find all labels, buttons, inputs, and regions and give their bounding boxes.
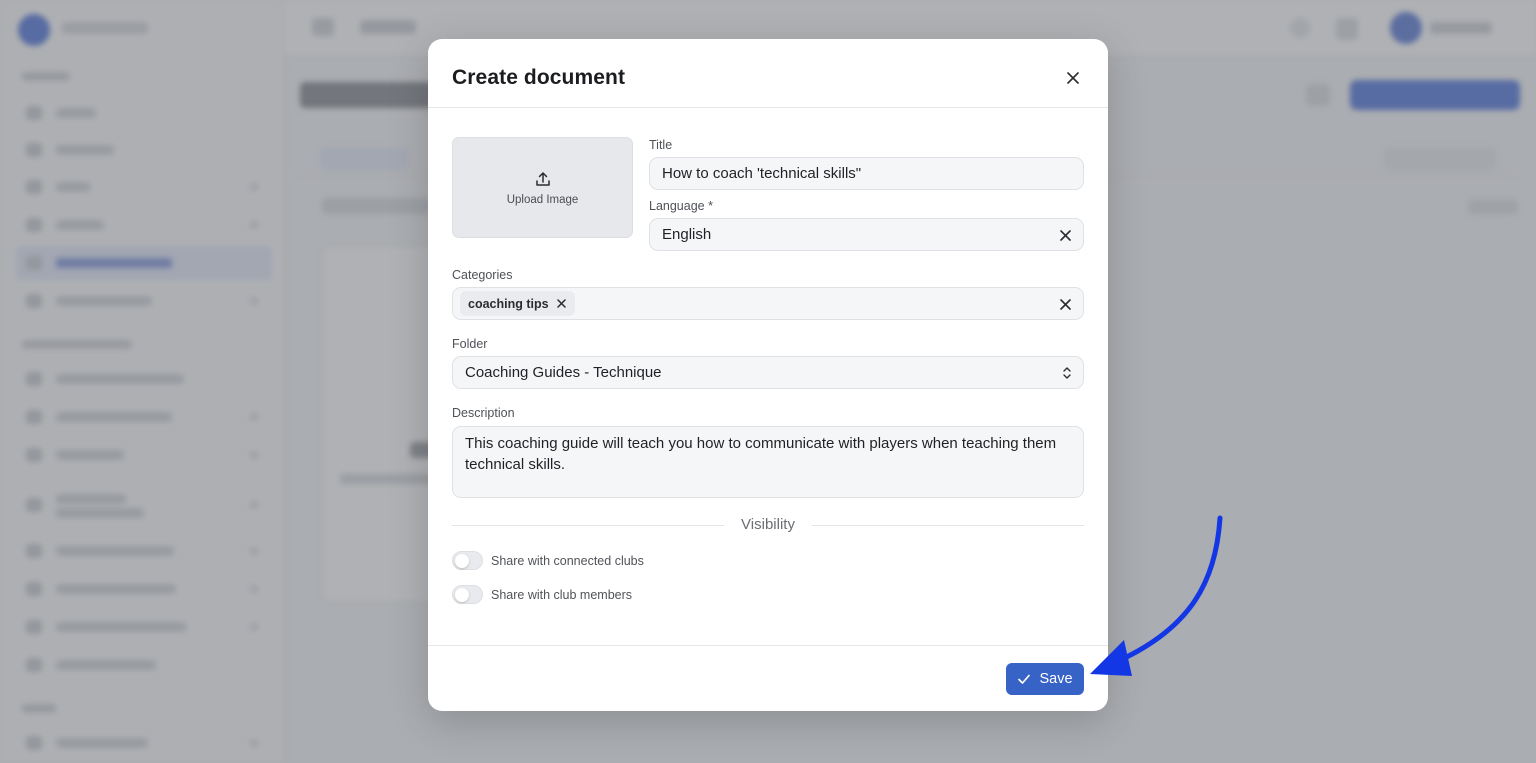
create-document-dialog: Create document Upload Image Title How t… <box>428 39 1108 711</box>
divider <box>812 525 1084 526</box>
category-chip-label: coaching tips <box>468 296 549 311</box>
remove-category-button[interactable] <box>557 299 567 309</box>
dialog-title: Create document <box>452 66 626 89</box>
close-icon <box>1067 72 1079 84</box>
close-icon <box>557 299 566 308</box>
folder-value: Coaching Guides - Technique <box>465 364 662 381</box>
save-button-label: Save <box>1039 671 1073 687</box>
check-icon <box>1018 674 1031 684</box>
title-input-value: How to coach 'technical skills" <box>662 165 862 182</box>
visibility-heading: Visibility <box>741 516 795 533</box>
folder-select[interactable]: Coaching Guides - Technique <box>452 356 1084 389</box>
folder-label: Folder <box>452 337 488 351</box>
description-label: Description <box>452 406 515 420</box>
toggle-label: Share with connected clubs <box>491 553 644 568</box>
categories-multiselect[interactable]: coaching tips <box>452 287 1084 320</box>
dialog-footer: Save <box>428 645 1108 711</box>
share-club-members-toggle[interactable]: Share with club members <box>452 585 632 604</box>
upload-icon <box>535 171 550 186</box>
categories-clear-button[interactable] <box>1058 297 1072 311</box>
save-button[interactable]: Save <box>1006 663 1084 695</box>
language-value: English <box>662 226 712 243</box>
close-icon <box>1059 298 1071 310</box>
upload-image-button[interactable]: Upload Image <box>452 137 633 238</box>
share-connected-clubs-toggle[interactable]: Share with connected clubs <box>452 551 644 570</box>
language-select[interactable]: English <box>649 218 1084 251</box>
language-clear-button[interactable] <box>1058 228 1072 242</box>
toggle-switch[interactable] <box>452 551 483 570</box>
title-input[interactable]: How to coach 'technical skills" <box>649 157 1084 190</box>
close-button[interactable] <box>1064 69 1082 87</box>
toggle-label: Share with club members <box>491 587 633 602</box>
title-label: Title <box>649 138 673 152</box>
description-textarea[interactable]: This coaching guide will teach you how t… <box>452 426 1084 498</box>
toggle-switch[interactable] <box>452 585 483 604</box>
category-chip: coaching tips <box>460 291 575 316</box>
language-label: Language * <box>649 199 713 213</box>
close-icon <box>1059 229 1071 241</box>
divider <box>452 525 724 526</box>
upload-image-label: Upload Image <box>506 193 579 206</box>
dialog-header: Create document <box>428 39 1108 108</box>
chevron-up-down-icon <box>1063 367 1071 379</box>
categories-label: Categories <box>452 268 513 282</box>
